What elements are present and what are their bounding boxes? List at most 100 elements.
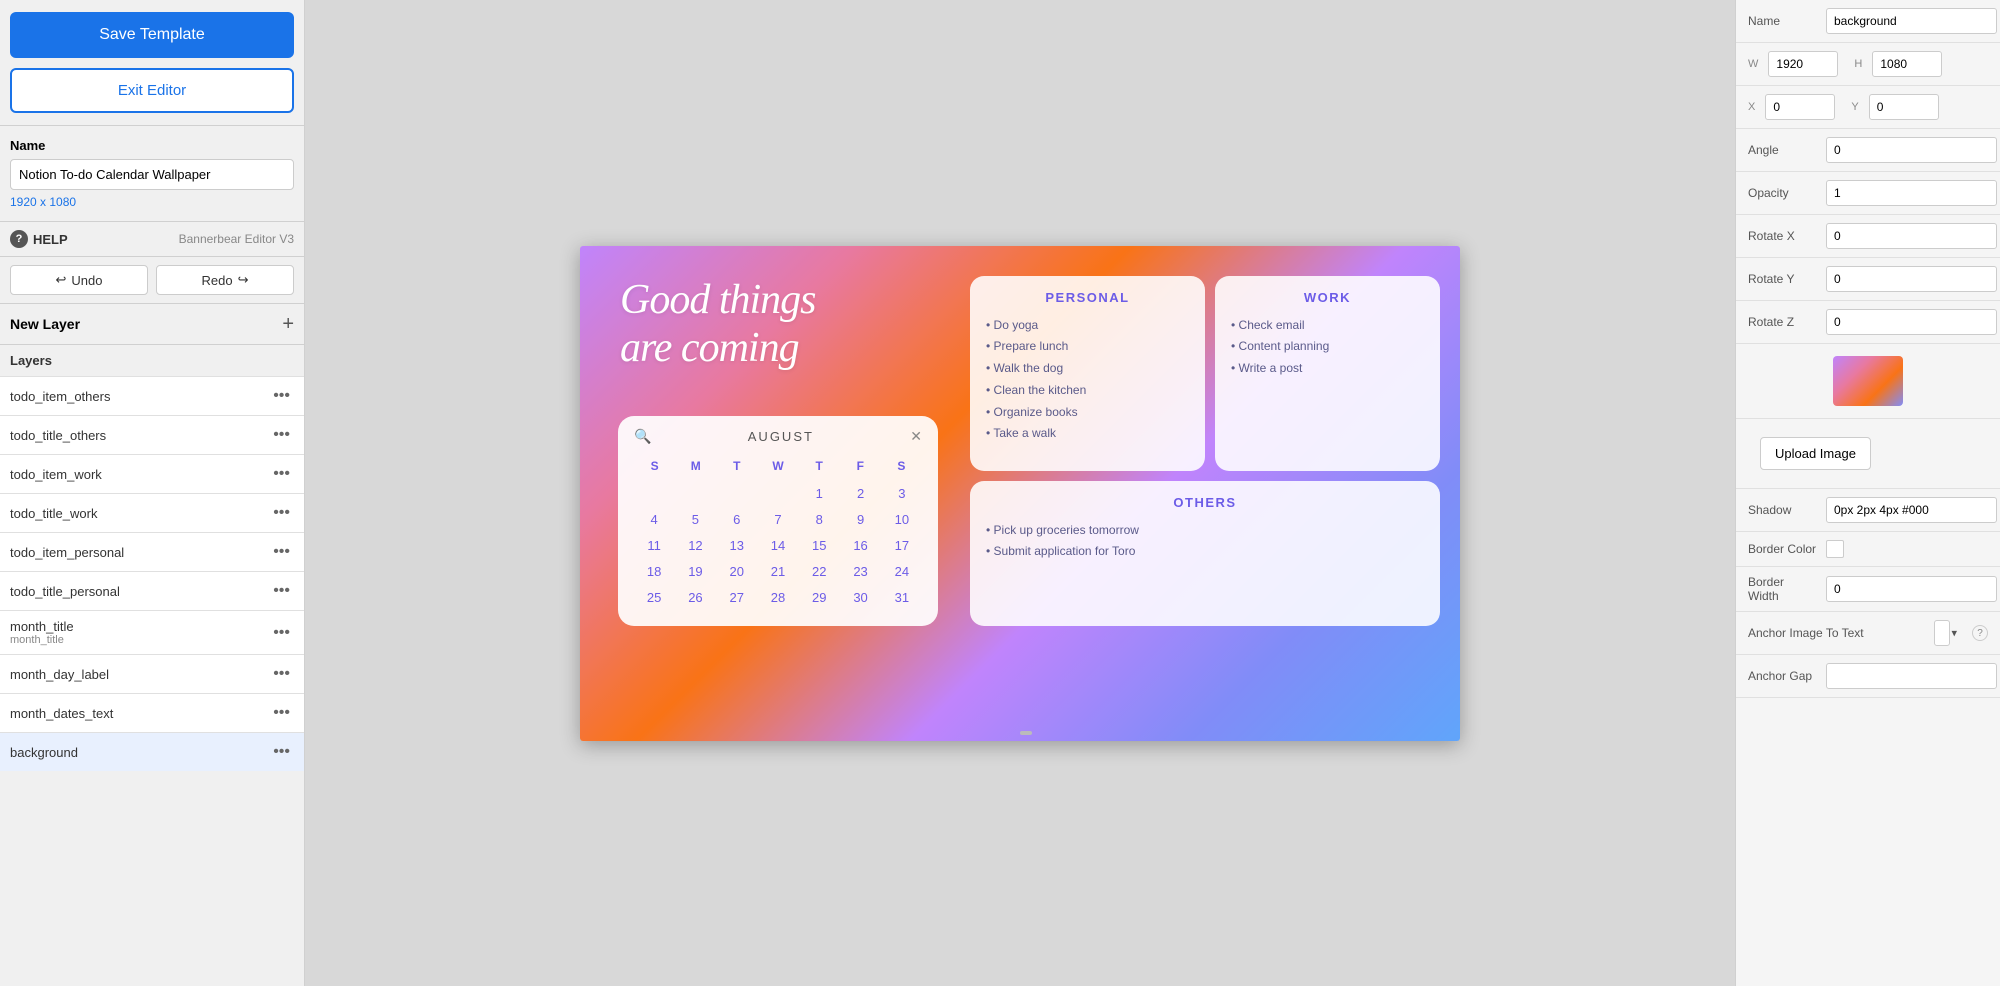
layer-item[interactable]: month_dates_text ••• (0, 693, 304, 732)
cal-day-27[interactable]: 27 (717, 585, 757, 610)
y-input[interactable] (1869, 94, 1939, 120)
calendar-widget[interactable]: 🔍 AUGUST ✕ S M T W T F S (618, 416, 938, 626)
search-icon: 🔍 (634, 428, 651, 445)
cal-day-17[interactable]: 17 (882, 533, 922, 558)
rotatex-input[interactable] (1826, 223, 1997, 249)
cal-day-14[interactable]: 14 (758, 533, 798, 558)
layer-menu-button[interactable]: ••• (269, 463, 294, 485)
cal-day-28[interactable]: 28 (758, 585, 798, 610)
cal-day-2[interactable]: 2 (840, 481, 880, 506)
cal-day-22[interactable]: 22 (799, 559, 839, 584)
save-template-button[interactable]: Save Template (10, 12, 294, 58)
cal-day-26[interactable]: 26 (675, 585, 715, 610)
personal-panel[interactable]: PERSONAL • Do yoga • Prepare lunch • Wal… (970, 276, 1205, 471)
layer-menu-button[interactable]: ••• (269, 741, 294, 763)
layer-sub: month_title (10, 634, 74, 646)
rotatez-input[interactable] (1826, 309, 1997, 335)
name-input[interactable] (10, 159, 294, 190)
anchor-select[interactable] (1934, 620, 1950, 646)
undo-button[interactable]: ↩ Undo (10, 265, 148, 295)
layer-item[interactable]: todo_title_personal ••• (0, 571, 304, 610)
exit-editor-button[interactable]: Exit Editor (10, 68, 294, 113)
prop-angle-row: Angle (1736, 129, 2000, 172)
layer-menu-button[interactable]: ••• (269, 702, 294, 724)
cal-day-9[interactable]: 9 (840, 507, 880, 532)
cal-day-23[interactable]: 23 (840, 559, 880, 584)
calendar-grid: 1 2 3 4 5 6 7 8 9 10 11 12 13 14 15 16 1 (634, 481, 922, 610)
anchor-info-icon[interactable]: ? (1972, 625, 1988, 641)
name-value-input[interactable] (1826, 8, 1997, 34)
cal-day-12[interactable]: 12 (675, 533, 715, 558)
day-w: W (757, 455, 798, 477)
cal-day-15[interactable]: 15 (799, 533, 839, 558)
layer-name: todo_title_others (10, 428, 106, 443)
dimensions-text[interactable]: 1920 x 1080 (10, 195, 294, 209)
h-input[interactable] (1872, 51, 1942, 77)
others-item-2: • Submit application for Toro (986, 543, 1424, 560)
angle-input[interactable] (1826, 137, 1997, 163)
redo-button[interactable]: Redo ↪ (156, 265, 294, 295)
main-canvas: Good things are coming 🔍 AUGUST ✕ S M T … (305, 0, 1735, 986)
cal-day-3[interactable]: 3 (882, 481, 922, 506)
undo-label: Undo (71, 273, 102, 288)
cal-day-19[interactable]: 19 (675, 559, 715, 584)
cal-day-4[interactable]: 4 (634, 507, 674, 532)
cal-day-6[interactable]: 6 (717, 507, 757, 532)
help-button[interactable]: ? HELP (10, 230, 68, 248)
layer-item[interactable]: todo_title_others ••• (0, 415, 304, 454)
layer-item[interactable]: todo_item_personal ••• (0, 532, 304, 571)
cal-day-31[interactable]: 31 (882, 585, 922, 610)
layer-item-background[interactable]: background ••• (0, 732, 304, 771)
cal-day-30[interactable]: 30 (840, 585, 880, 610)
others-panel[interactable]: OTHERS • Pick up groceries tomorrow • Su… (970, 481, 1440, 626)
layer-menu-button[interactable]: ••• (269, 580, 294, 602)
redo-arrow-icon: ↪ (238, 272, 249, 288)
border-width-input[interactable] (1826, 576, 1997, 602)
cal-day-8[interactable]: 8 (799, 507, 839, 532)
cal-day-7[interactable]: 7 (758, 507, 798, 532)
cal-day-16[interactable]: 16 (840, 533, 880, 558)
good-things-text[interactable]: Good things are coming (620, 276, 816, 373)
layer-menu-button[interactable]: ••• (269, 622, 294, 644)
cal-day-25[interactable]: 25 (634, 585, 674, 610)
cal-day-21[interactable]: 21 (758, 559, 798, 584)
cal-day-11[interactable]: 11 (634, 533, 674, 558)
personal-item-5: • Organize books (986, 404, 1189, 421)
upload-image-button[interactable]: Upload Image (1760, 437, 1871, 470)
layer-item[interactable]: month_title month_title ••• (0, 610, 304, 654)
sidebar-top: Save Template Exit Editor (0, 0, 304, 126)
layer-menu-button[interactable]: ••• (269, 541, 294, 563)
cal-day-1[interactable]: 1 (799, 481, 839, 506)
cal-day-24[interactable]: 24 (882, 559, 922, 584)
calendar-days-header: S M T W T F S (634, 455, 922, 477)
layer-menu-button[interactable]: ••• (269, 424, 294, 446)
close-icon[interactable]: ✕ (910, 428, 922, 445)
rotatey-input[interactable] (1826, 266, 1997, 292)
x-input[interactable] (1765, 94, 1835, 120)
shadow-input[interactable] (1826, 497, 1997, 523)
day-t1: T (716, 455, 757, 477)
layer-menu-button[interactable]: ••• (269, 385, 294, 407)
layer-item[interactable]: todo_title_work ••• (0, 493, 304, 532)
w-input[interactable] (1768, 51, 1838, 77)
border-color-swatch[interactable] (1826, 540, 1844, 558)
cal-day-29[interactable]: 29 (799, 585, 839, 610)
layer-menu-button[interactable]: ••• (269, 502, 294, 524)
anchor-gap-input[interactable] (1826, 663, 1997, 689)
cal-day-5[interactable]: 5 (675, 507, 715, 532)
canvas-wrapper[interactable]: Good things are coming 🔍 AUGUST ✕ S M T … (580, 246, 1460, 741)
layer-item[interactable]: month_day_label ••• (0, 654, 304, 693)
cal-day-20[interactable]: 20 (717, 559, 757, 584)
cal-day-13[interactable]: 13 (717, 533, 757, 558)
resize-handle[interactable] (1020, 731, 1032, 735)
add-layer-button[interactable]: + (282, 314, 294, 334)
layer-menu-button[interactable]: ••• (269, 663, 294, 685)
cal-day-18[interactable]: 18 (634, 559, 674, 584)
layer-name: todo_item_personal (10, 545, 124, 560)
layer-item[interactable]: todo_item_work ••• (0, 454, 304, 493)
opacity-input[interactable] (1826, 180, 1997, 206)
cal-day-10[interactable]: 10 (882, 507, 922, 532)
layer-item[interactable]: todo_item_others ••• (0, 376, 304, 415)
work-panel[interactable]: WORK • Check email • Content planning • … (1215, 276, 1440, 471)
work-item-3: • Write a post (1231, 360, 1424, 377)
